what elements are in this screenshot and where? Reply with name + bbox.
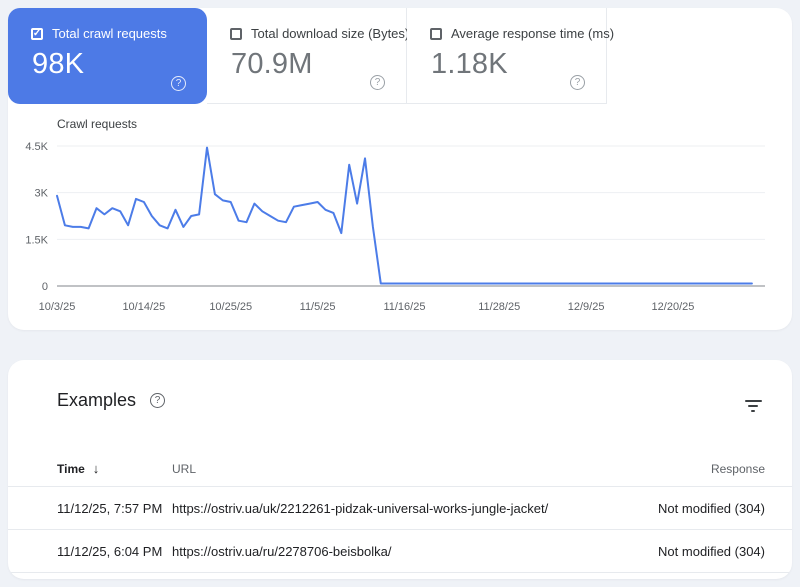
examples-title: Examples (57, 390, 137, 410)
svg-text:12/20/25: 12/20/25 (652, 301, 695, 313)
help-icon[interactable]: ? (150, 393, 166, 408)
cell-url: https://ostriv.ua/ru/2278706-beisbolka/ (172, 543, 392, 559)
checkbox-unchecked-icon[interactable] (230, 27, 242, 40)
crawl-stats-panel: ✓ Total crawl requests 98K ? Total downl… (8, 8, 792, 330)
column-header-url: URL (172, 461, 197, 476)
cell-response: Not modified (304) (658, 500, 765, 516)
crawl-requests-chart[interactable]: Crawl requests 0 1.5K 3K 4.5K 10/3/25 10/14/2… (8, 104, 792, 329)
svg-text:11/28/25: 11/28/25 (478, 301, 520, 313)
svg-text:10/14/25: 10/14/25 (122, 301, 165, 313)
table-header-row: Time ↓ URL Response (8, 457, 792, 487)
cell-url: https://ostriv.ua/uk/2212261-pidzak-univ… (172, 500, 549, 516)
cell-time: 11/12/25, 6:04 PM (57, 543, 163, 559)
svg-text:1.5K: 1.5K (25, 234, 48, 246)
column-header-response: Response (710, 461, 765, 476)
help-icon[interactable]: ? (570, 75, 585, 90)
help-icon[interactable]: ? (370, 75, 385, 90)
metric-value: 98K (32, 48, 85, 80)
tile-average-response-time[interactable]: Average response time (ms) 1.18K ? (407, 8, 614, 104)
metric-value: 70.9M (231, 48, 313, 80)
tile-total-crawl-requests[interactable]: ✓ Total crawl requests 98K ? (8, 8, 207, 104)
svg-text:10/25/25: 10/25/25 (209, 301, 252, 313)
metric-label: Total download size (Bytes) (251, 26, 410, 41)
svg-text:11/16/25: 11/16/25 (383, 301, 425, 313)
metric-label: Total crawl requests (52, 26, 167, 41)
help-icon[interactable]: ? (171, 76, 186, 91)
crawl-requests-line-chart[interactable]: 0 1.5K 3K 4.5K 10/3/25 10/14/25 10/25/25 11/5/2… (8, 104, 792, 329)
metric-tiles-row: ✓ Total crawl requests 98K ? Total downl… (8, 8, 792, 104)
cell-response: Not modified (304) (658, 543, 765, 559)
svg-text:0: 0 (42, 281, 48, 293)
examples-table: Time ↓ URL Response 11/12/25, 7:57 PM ht… (8, 457, 792, 573)
svg-text:11/5/25: 11/5/25 (300, 301, 336, 313)
table-row[interactable]: 11/12/25, 6:04 PM https://ostriv.ua/ru/2… (8, 530, 792, 573)
table-row[interactable]: 11/12/25, 7:57 PM https://ostriv.ua/uk/2… (8, 487, 792, 530)
checkbox-unchecked-icon[interactable] (430, 27, 442, 40)
sort-desc-icon: ↓ (92, 461, 100, 476)
filter-icon[interactable] (743, 398, 763, 414)
checkbox-checked-icon[interactable]: ✓ (31, 27, 43, 40)
svg-text:12/9/25: 12/9/25 (568, 301, 605, 313)
svg-text:10/3/25: 10/3/25 (39, 301, 76, 313)
svg-text:4.5K: 4.5K (25, 141, 48, 153)
metric-label: Average response time (ms) (451, 26, 615, 41)
tile-total-download-size[interactable]: Total download size (Bytes) 70.9M ? (207, 8, 410, 104)
cell-time: 11/12/25, 7:57 PM (57, 500, 163, 516)
column-header-time[interactable]: Time ↓ (57, 461, 172, 476)
svg-text:3K: 3K (35, 188, 49, 200)
metric-value: 1.18K (431, 48, 508, 80)
examples-panel: Examples ? Time ↓ URL Response 11/12/25,… (8, 360, 792, 579)
